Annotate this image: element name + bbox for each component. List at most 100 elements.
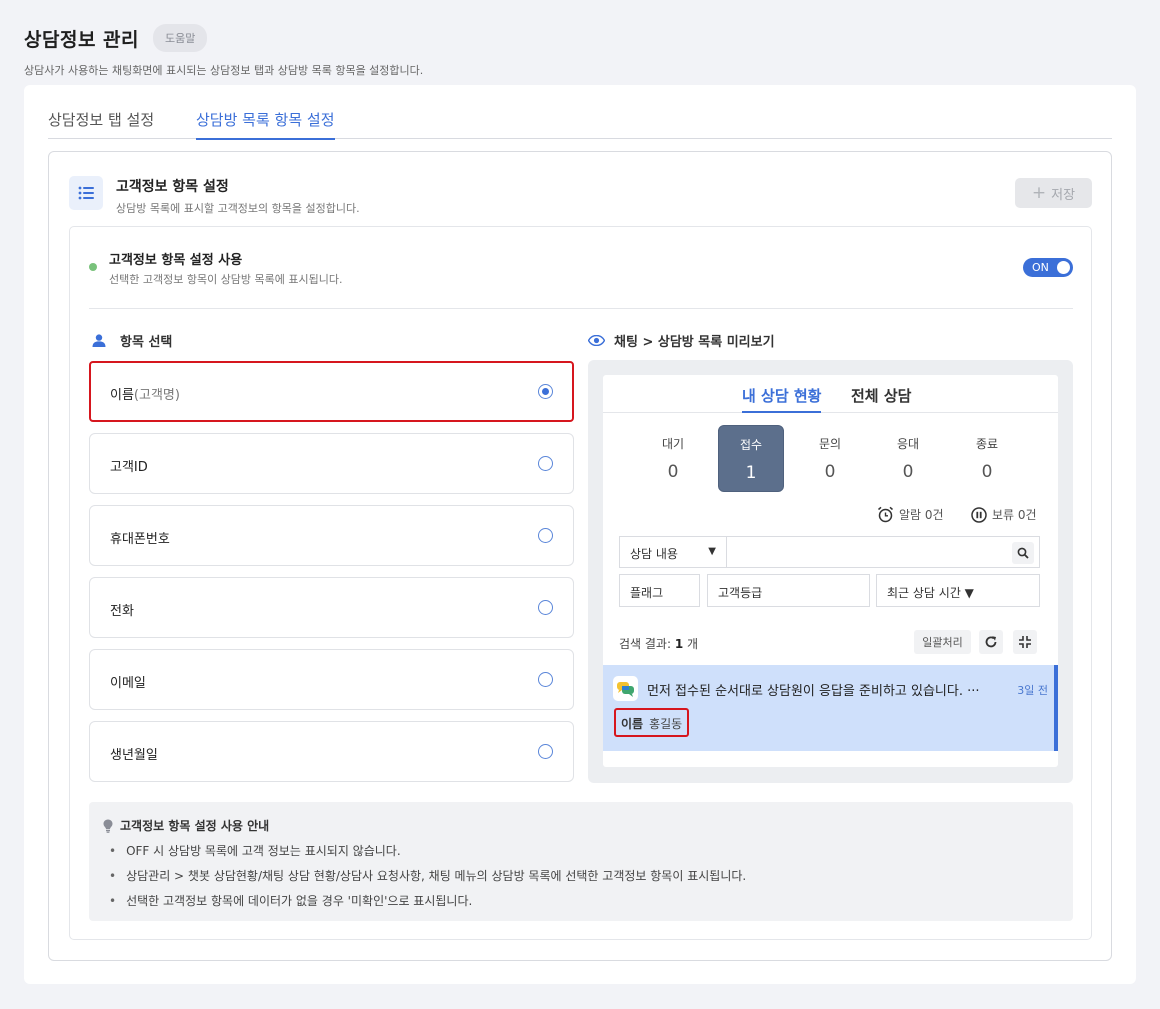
usage-title: 고객정보 항목 설정 사용 xyxy=(109,253,243,268)
stat-value: 0 xyxy=(824,462,836,482)
alarm-label: 알람 0건 xyxy=(899,508,944,522)
title-row: 상담정보 관리 도움말 xyxy=(24,24,423,52)
radio[interactable] xyxy=(538,456,553,471)
stat-closed[interactable]: 종료 0 xyxy=(954,425,1020,492)
chat-bubble-icon xyxy=(613,676,638,701)
page-title: 상담정보 관리 xyxy=(24,28,139,51)
customer-name-tag: 이름 홍길동 xyxy=(614,708,690,737)
tab-consult-info[interactable]: 상담정보 탭 설정 xyxy=(48,109,154,138)
option-customer-id[interactable]: 고객ID xyxy=(89,433,574,494)
radio[interactable] xyxy=(538,600,553,615)
search-input[interactable] xyxy=(726,536,1040,568)
lightbulb-icon xyxy=(103,819,113,833)
search-type-select[interactable]: 상담 내용 ▼ xyxy=(619,536,726,568)
toggle-knob xyxy=(1057,261,1070,274)
guide-title-text: 고객정보 항목 설정 사용 안내 xyxy=(120,819,270,833)
collapse-button[interactable] xyxy=(1013,630,1037,654)
caret-down-icon: ▼ xyxy=(708,546,716,557)
option-birthdate[interactable]: 생년월일 xyxy=(89,721,574,782)
stat-waiting[interactable]: 대기 0 xyxy=(640,425,706,492)
stat-received[interactable]: 접수 1 xyxy=(718,425,784,492)
name-value: 홍길동 xyxy=(649,717,683,731)
tab-my-status[interactable]: 내 상담 현황 xyxy=(742,385,822,413)
recent-time-sort[interactable]: 최근 상담 시간 ▼ xyxy=(876,574,1040,607)
option-label: 휴대폰번호 xyxy=(110,532,170,547)
stat-value: 0 xyxy=(902,462,914,482)
search-type-value: 상담 내용 xyxy=(630,547,678,561)
option-email[interactable]: 이메일 xyxy=(89,649,574,710)
grade-filter[interactable]: 고객등급 xyxy=(707,574,870,607)
user-icon xyxy=(92,334,106,347)
option-label: 이메일 xyxy=(110,676,146,691)
option-phone[interactable]: 전화 xyxy=(89,577,574,638)
stat-label: 접수 xyxy=(739,438,763,452)
section-title: 고객정보 항목 설정 xyxy=(116,179,229,195)
save-button-label: 저장 xyxy=(1051,187,1076,203)
stat-value: 0 xyxy=(667,462,679,482)
bulk-process-button[interactable]: 일괄처리 xyxy=(914,630,971,654)
radio-selected[interactable] xyxy=(538,384,553,399)
search-icon xyxy=(1017,547,1029,559)
option-mobile[interactable]: 휴대폰번호 xyxy=(89,505,574,566)
usage-toggle[interactable]: ON xyxy=(1023,258,1073,277)
radio[interactable] xyxy=(538,672,553,687)
hold-count[interactable]: 보류 0건 xyxy=(971,506,1037,523)
stat-inquiry[interactable]: 문의 0 xyxy=(797,425,863,492)
item-selection-label: 항목 선택 xyxy=(120,335,173,350)
alarm-clock-icon xyxy=(878,506,893,523)
customer-info-section: 고객정보 항목 설정 상담방 목록에 표시할 고객정보의 항목을 설정합니다. … xyxy=(48,151,1112,961)
option-label: 생년월일 xyxy=(110,748,158,763)
guide-title: 고객정보 항목 설정 사용 안내 xyxy=(103,817,269,834)
search-result: 검색 결과: 1 개 xyxy=(619,637,699,651)
usage-guide: 고객정보 항목 설정 사용 안내 • OFF 시 상담방 목록에 고객 정보는 표… xyxy=(89,802,1073,921)
preview-heading: 채팅 > 상담방 목록 미리보기 xyxy=(588,331,775,350)
result-count: 1 xyxy=(674,637,684,651)
settings-panel: 고객정보 항목 설정 사용 선택한 고객정보 항목이 상담방 목록에 표시됩니다… xyxy=(69,226,1092,940)
tab-room-list-items[interactable]: 상담방 목록 항목 설정 xyxy=(196,109,335,140)
stat-label: 종료 xyxy=(975,437,999,451)
search-button[interactable] xyxy=(1012,542,1034,564)
option-label: 이름(고객명) xyxy=(110,388,180,403)
list-icon xyxy=(69,176,103,210)
preview-card: 내 상담 현황 전체 상담 대기 0 접수 1 문의 0 응대 0 종료 0 알… xyxy=(603,375,1058,767)
refresh-button[interactable] xyxy=(979,630,1003,654)
preview-tab-bar: 내 상담 현황 전체 상담 xyxy=(603,375,1058,413)
page-description: 상담사가 사용하는 채팅화면에 표시되는 상담정보 탭과 상담방 목록 항목을 … xyxy=(24,64,424,77)
stat-label: 응대 xyxy=(896,437,920,451)
save-button[interactable]: + 저장 xyxy=(1015,178,1092,208)
item-selection-heading: 항목 선택 xyxy=(92,331,172,350)
stat-label: 문의 xyxy=(818,437,842,451)
tab-all-consults[interactable]: 전체 상담 xyxy=(851,385,911,411)
eye-icon xyxy=(588,335,605,346)
preview-heading-label: 채팅 > 상담방 목록 미리보기 xyxy=(614,335,775,350)
stat-value: 1 xyxy=(745,463,757,483)
flag-filter[interactable]: 플래그 xyxy=(619,574,700,607)
option-label: 전화 xyxy=(110,604,134,619)
preview-panel: 내 상담 현황 전체 상담 대기 0 접수 1 문의 0 응대 0 종료 0 알… xyxy=(588,360,1073,783)
chat-message: 먼저 접수된 순서대로 상담원이 응답을 준비하고 있습니다. ··· xyxy=(647,684,980,699)
section-description: 상담방 목록에 표시할 고객정보의 항목을 설정합니다. xyxy=(116,202,360,215)
status-dot xyxy=(89,263,97,271)
guide-item: • 상담관리 > 챗봇 상담현황/채팅 상담 현황/상담사 요청사항, 채팅 메뉴… xyxy=(109,869,747,883)
page-header: 상담정보 관리 도움말 상담사가 사용하는 채팅화면에 표시되는 상담정보 탭과… xyxy=(24,24,423,78)
guide-item: • OFF 시 상담방 목록에 고객 정보는 표시되지 않습니다. xyxy=(109,844,401,858)
option-label: 고객ID xyxy=(110,460,148,475)
usage-description: 선택한 고객정보 항목이 상담방 목록에 표시됩니다. xyxy=(109,273,343,286)
hold-label: 보류 0건 xyxy=(992,508,1037,522)
stat-value: 0 xyxy=(981,462,993,482)
divider xyxy=(89,308,1073,309)
stat-responding[interactable]: 응대 0 xyxy=(875,425,941,492)
guide-item: • 선택한 고객정보 항목에 데이터가 없을 경우 '미확인'으로 표시됩니다. xyxy=(109,894,473,908)
stat-label: 대기 xyxy=(661,437,685,451)
help-button[interactable]: 도움말 xyxy=(153,24,208,52)
refresh-icon xyxy=(985,636,997,648)
pause-icon xyxy=(971,506,987,523)
radio[interactable] xyxy=(538,528,553,543)
option-name[interactable]: 이름(고객명) xyxy=(89,361,574,422)
plus-icon: + xyxy=(1031,183,1047,203)
chat-room-item[interactable]: 먼저 접수된 순서대로 상담원이 응답을 준비하고 있습니다. ··· 3일 전… xyxy=(603,665,1058,751)
alarm-count[interactable]: 알람 0건 xyxy=(877,506,944,523)
tab-bar: 상담정보 탭 설정 상담방 목록 항목 설정 xyxy=(48,107,1112,140)
radio[interactable] xyxy=(538,744,553,759)
name-key: 이름 xyxy=(621,717,644,731)
